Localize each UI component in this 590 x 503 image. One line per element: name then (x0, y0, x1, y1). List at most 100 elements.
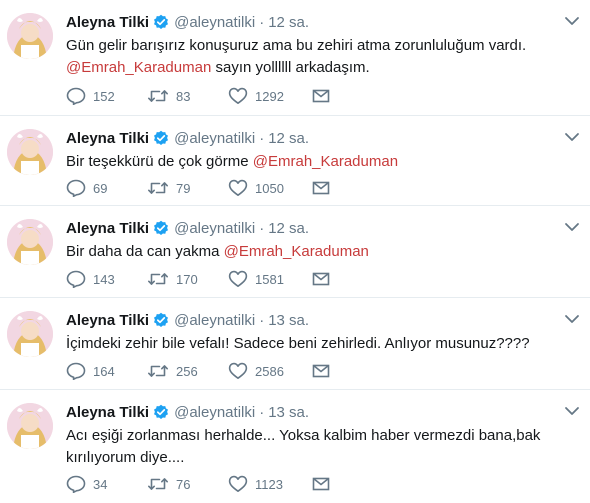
author-handle[interactable]: @aleynatilki (174, 14, 255, 31)
author-handle[interactable]: @aleynatilki (174, 312, 255, 329)
reply-button[interactable]: 143 (66, 270, 147, 288)
retweet-count: 76 (176, 476, 191, 492)
tweet-text-content: Bir teşekkürü de çok görme (66, 153, 253, 170)
author-name[interactable]: Aleyna Tilki (66, 220, 149, 237)
heart-icon (228, 475, 248, 492)
retweet-icon (148, 182, 168, 194)
reply-icon (66, 87, 86, 105)
reply-count: 34 (93, 476, 108, 492)
reply-count: 143 (93, 271, 115, 287)
tweet-text: Gün gelir barışırız konuşuruz ama bu zeh… (66, 35, 576, 79)
author-handle[interactable]: @aleynatilki (174, 220, 255, 237)
avatar[interactable] (7, 403, 53, 449)
reply-button[interactable]: 164 (66, 362, 147, 380)
tweet[interactable]: Aleyna Tilki @aleynatilki · 13 sa. Acı e… (0, 390, 590, 503)
like-count: 1123 (255, 476, 283, 492)
chevron-down-icon[interactable] (564, 312, 580, 326)
tweet[interactable]: Aleyna Tilki @aleynatilki · 12 sa. Gün g… (0, 0, 590, 116)
retweet-button[interactable]: 83 (147, 88, 228, 104)
reply-icon (66, 270, 86, 288)
tweet-header: Aleyna Tilki @aleynatilki · 13 sa. (66, 311, 309, 329)
heart-icon (228, 362, 248, 379)
author-name[interactable]: Aleyna Tilki (66, 312, 149, 329)
retweet-count: 79 (176, 180, 191, 196)
tweet-feed: Aleyna Tilki @aleynatilki · 12 sa. Gün g… (0, 0, 590, 503)
chevron-down-icon[interactable] (564, 14, 580, 28)
separator-dot: · (259, 13, 265, 31)
like-button[interactable]: 1581 (228, 270, 312, 288)
mention-link[interactable]: @Emrah_Karaduman (224, 243, 369, 260)
retweet-button[interactable]: 76 (147, 476, 228, 492)
retweet-icon (148, 273, 168, 285)
tweet-actions: 164 256 2586 (66, 361, 330, 381)
tweet[interactable]: Aleyna Tilki @aleynatilki · 13 sa. İçimd… (0, 298, 590, 390)
timestamp[interactable]: 13 sa. (268, 312, 309, 329)
envelope-icon (312, 477, 330, 491)
tweet-text: Bir daha da can yakma @Emrah_Karaduman (66, 241, 576, 263)
reply-icon (66, 362, 86, 380)
mention-link[interactable]: @Emrah_Karaduman (66, 59, 211, 76)
tweet-header: Aleyna Tilki @aleynatilki · 12 sa. (66, 13, 309, 31)
like-button[interactable]: 1123 (228, 475, 312, 493)
reply-count: 69 (93, 180, 108, 196)
direct-message-button[interactable] (312, 477, 330, 491)
reply-button[interactable]: 69 (66, 179, 147, 197)
retweet-button[interactable]: 170 (147, 271, 228, 287)
separator-dot: · (259, 129, 265, 147)
envelope-icon (312, 181, 330, 195)
author-name[interactable]: Aleyna Tilki (66, 130, 149, 147)
tweet-text-content: İçimdeki zehir bile vefalı! Sadece beni … (66, 335, 530, 352)
like-button[interactable]: 1050 (228, 179, 312, 197)
reply-button[interactable]: 34 (66, 475, 147, 493)
verified-badge-icon (153, 404, 169, 420)
heart-icon (228, 270, 248, 287)
verified-badge-icon (153, 312, 169, 328)
direct-message-button[interactable] (312, 89, 330, 103)
tweet[interactable]: Aleyna Tilki @aleynatilki · 12 sa. Bir d… (0, 206, 590, 298)
author-name[interactable]: Aleyna Tilki (66, 404, 149, 421)
reply-button[interactable]: 152 (66, 87, 147, 105)
heart-icon (228, 87, 248, 104)
tweet-text: Acı eşiği zorlanması herhalde... Yoksa k… (66, 425, 576, 469)
retweet-count: 256 (176, 363, 198, 379)
author-handle[interactable]: @aleynatilki (174, 130, 255, 147)
avatar[interactable] (7, 219, 53, 265)
chevron-down-icon[interactable] (564, 220, 580, 234)
tweet-actions: 152 83 1292 (66, 86, 330, 106)
tweet-header: Aleyna Tilki @aleynatilki · 13 sa. (66, 403, 309, 421)
chevron-down-icon[interactable] (564, 130, 580, 144)
verified-badge-icon (153, 130, 169, 146)
tweet-header: Aleyna Tilki @aleynatilki · 12 sa. (66, 129, 309, 147)
separator-dot: · (259, 311, 265, 329)
direct-message-button[interactable] (312, 181, 330, 195)
timestamp[interactable]: 12 sa. (268, 130, 309, 147)
retweet-button[interactable]: 256 (147, 363, 228, 379)
tweet-header: Aleyna Tilki @aleynatilki · 12 sa. (66, 219, 309, 237)
direct-message-button[interactable] (312, 364, 330, 378)
reply-count: 164 (93, 363, 115, 379)
timestamp[interactable]: 12 sa. (268, 220, 309, 237)
direct-message-button[interactable] (312, 272, 330, 286)
author-handle[interactable]: @aleynatilki (174, 404, 255, 421)
separator-dot: · (259, 403, 265, 421)
like-button[interactable]: 2586 (228, 362, 312, 380)
avatar[interactable] (7, 129, 53, 175)
retweet-button[interactable]: 79 (147, 180, 228, 196)
mention-link[interactable]: @Emrah_Karaduman (253, 153, 398, 170)
avatar[interactable] (7, 311, 53, 357)
like-button[interactable]: 1292 (228, 87, 312, 105)
tweet-text: İçimdeki zehir bile vefalı! Sadece beni … (66, 333, 576, 355)
heart-icon (228, 179, 248, 196)
timestamp[interactable]: 13 sa. (268, 404, 309, 421)
timestamp[interactable]: 12 sa. (268, 14, 309, 31)
author-name[interactable]: Aleyna Tilki (66, 14, 149, 31)
avatar[interactable] (7, 13, 53, 59)
reply-count: 152 (93, 88, 115, 104)
retweet-icon (148, 365, 168, 377)
chevron-down-icon[interactable] (564, 404, 580, 418)
tweet-text: Bir teşekkürü de çok görme @Emrah_Karadu… (66, 151, 576, 173)
tweet-actions: 69 79 1050 (66, 178, 330, 198)
verified-badge-icon (153, 220, 169, 236)
tweet[interactable]: Aleyna Tilki @aleynatilki · 12 sa. Bir t… (0, 116, 590, 206)
verified-badge-icon (153, 14, 169, 30)
